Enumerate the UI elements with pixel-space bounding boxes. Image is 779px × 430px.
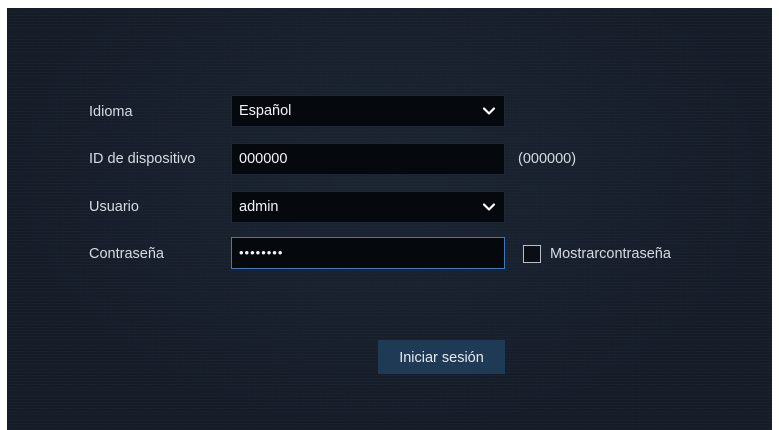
- password-input[interactable]: ••••••••: [231, 237, 505, 269]
- language-value: Español: [239, 103, 292, 119]
- user-value: admin: [239, 199, 279, 215]
- password-label: Contraseña: [89, 246, 164, 262]
- user-label: Usuario: [89, 199, 139, 215]
- login-screen: Idioma Español ID de dispositivo 000000 …: [7, 8, 772, 430]
- show-password-checkbox[interactable]: [523, 245, 541, 263]
- chevron-down-icon: [482, 203, 496, 211]
- show-password-label[interactable]: Mostrarcontraseña: [550, 245, 671, 263]
- chevron-down-icon: [482, 107, 496, 115]
- device-id-hint: (000000): [518, 151, 577, 167]
- user-select[interactable]: admin: [231, 191, 505, 223]
- device-id-input[interactable]: 000000: [231, 143, 505, 175]
- password-value: ••••••••: [239, 245, 284, 260]
- device-id-label: ID de dispositivo: [89, 151, 196, 167]
- language-label: Idioma: [89, 104, 133, 120]
- device-id-value: 000000: [239, 151, 288, 167]
- login-button[interactable]: Iniciar sesión: [378, 340, 505, 374]
- language-select[interactable]: Español: [231, 95, 505, 127]
